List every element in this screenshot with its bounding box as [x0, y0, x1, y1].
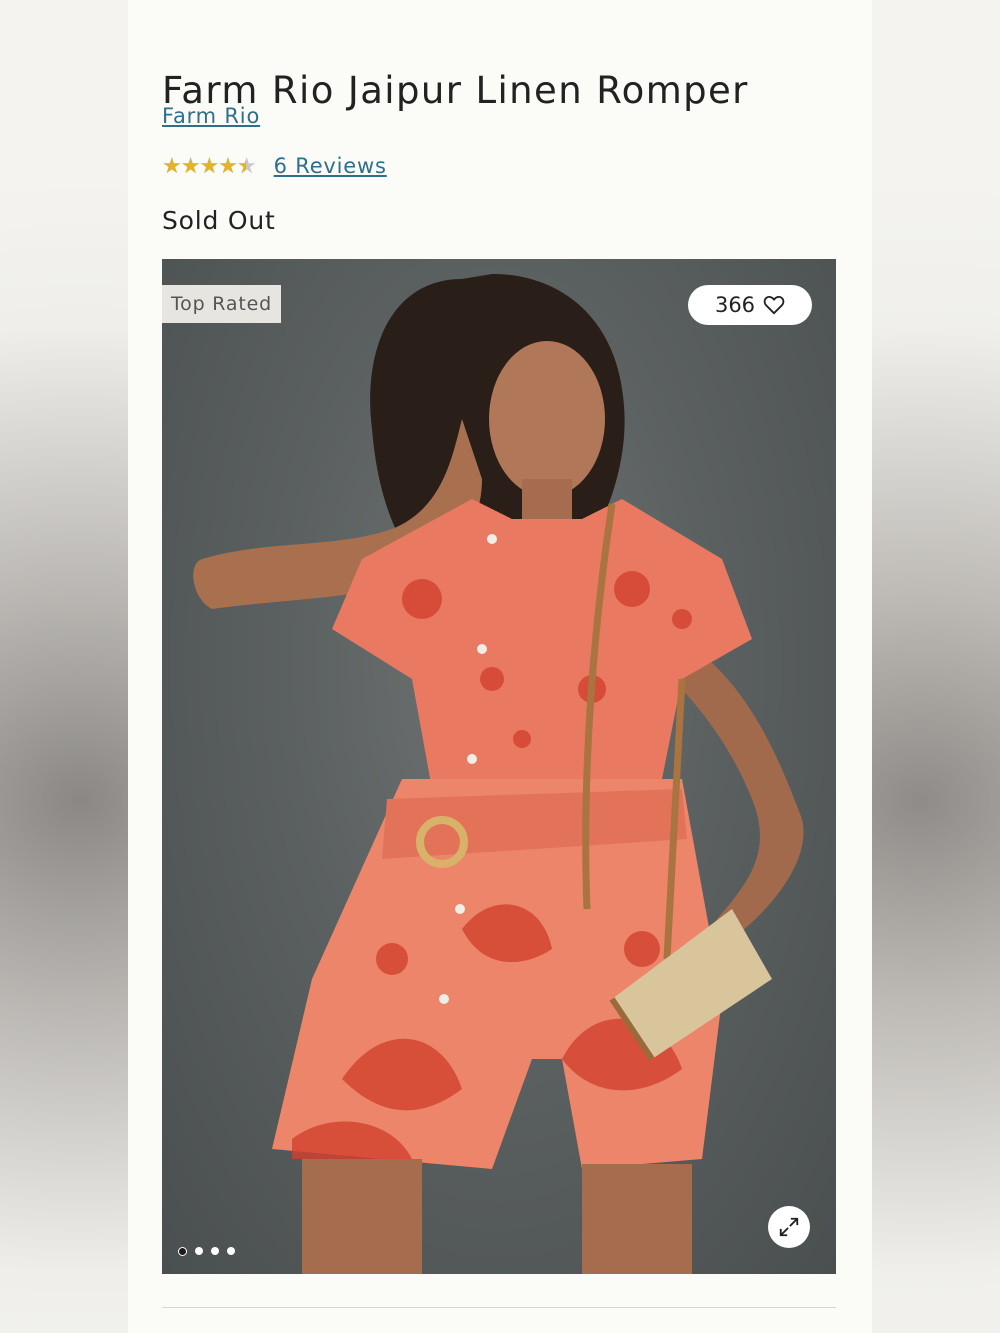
carousel-dots: [178, 1247, 235, 1256]
section-divider: [162, 1307, 836, 1308]
carousel-dot[interactable]: [178, 1247, 187, 1256]
rating-row: ★★★★★ ★★★★★ 6 Reviews: [162, 152, 387, 180]
star-rating: ★★★★★ ★★★★★: [162, 155, 257, 177]
star-rating-filled: ★★★★★: [162, 155, 246, 177]
carousel-dot[interactable]: [195, 1247, 203, 1255]
product-card: Farm Rio Jaipur Linen Romper Farm Rio ★★…: [128, 0, 872, 1333]
carousel-dot[interactable]: [211, 1247, 219, 1255]
carousel-dot[interactable]: [227, 1247, 235, 1255]
product-image[interactable]: Top Rated 366: [162, 259, 836, 1274]
heart-icon: [763, 295, 785, 315]
stock-status: Sold Out: [162, 206, 276, 235]
brand-link[interactable]: Farm Rio: [162, 104, 260, 128]
favorite-button[interactable]: 366: [688, 285, 812, 325]
expand-icon: [779, 1217, 799, 1237]
favorites-count: 366: [714, 293, 756, 317]
model-illustration: [193, 274, 804, 1274]
reviews-link[interactable]: 6 Reviews: [274, 154, 387, 178]
expand-image-button[interactable]: [768, 1206, 810, 1248]
top-rated-badge: Top Rated: [162, 285, 281, 323]
